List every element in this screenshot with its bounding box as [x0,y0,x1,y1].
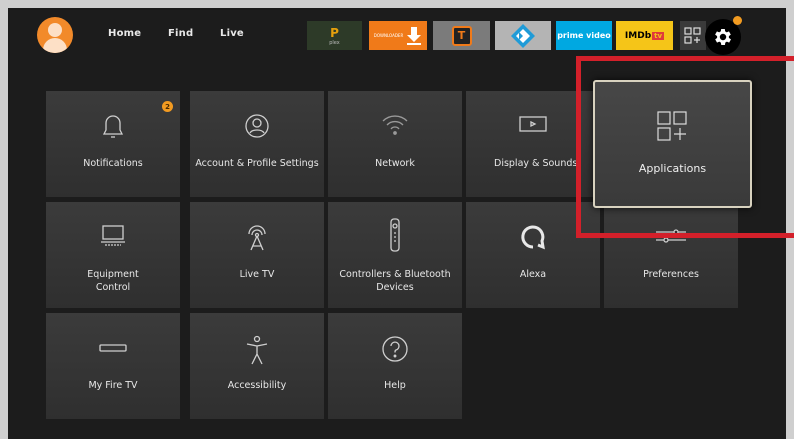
t-app-logo: T [457,29,466,42]
plex-subtext: plex [329,39,340,46]
tile-help-label: Help [384,380,406,391]
tile-controllers-bluetooth[interactable]: Controllers & Bluetooth Devices [328,202,462,308]
help-question-icon [328,335,462,363]
settings-notification-dot [733,16,742,25]
accessibility-icon [190,335,324,365]
nav-live[interactable]: Live [220,28,244,39]
kodi-app-tile[interactable] [495,21,551,50]
gear-icon [715,29,731,45]
downloader-app-tile[interactable]: DOWNLOADER [369,21,427,50]
tv-icon [46,224,180,248]
tile-equipment-label: Equipment Control [87,269,139,293]
prime-video-app-tile[interactable]: prime video [556,21,612,50]
avatar-body [43,38,67,53]
tile-preferences-label: Preferences [643,269,699,280]
avatar-head [48,23,62,37]
remote-icon [328,218,462,252]
tile-network[interactable]: Network [328,91,462,197]
bell-icon [46,113,180,141]
prime-video-label: prime video [557,31,611,40]
tile-help[interactable]: Help [328,313,462,419]
tile-notifications-label: Notifications [83,158,143,169]
antenna-icon [190,224,324,252]
tile-live-tv[interactable]: Live TV [190,202,324,308]
imdb-logo: IMDb [624,30,652,41]
profile-icon [190,113,324,139]
plex-app-tile[interactable]: P plex [307,21,362,50]
apps-grid-icon [684,26,701,44]
tile-account-profile-settings[interactable]: Account & Profile Settings [190,91,324,197]
tile-accessibility[interactable]: Accessibility [190,313,324,419]
imdb-tv-sub: tv [652,31,665,40]
tile-accessibility-label: Accessibility [227,380,287,391]
t-app-tile[interactable]: T [433,21,490,50]
tile-equipment-control[interactable]: Equipment Control [46,202,180,308]
download-arrow-icon [407,26,422,45]
tile-alexa-label: Alexa [519,269,547,280]
tile-notifications[interactable]: 2 Notifications [46,91,180,197]
notification-count-badge: 2 [162,101,173,112]
tile-live-tv-label: Live TV [239,269,275,280]
kodi-icon [511,23,535,48]
profile-avatar[interactable] [37,17,73,53]
highlight-annotation-box [576,56,794,238]
tile-network-label: Network [375,158,415,169]
nav-home[interactable]: Home [108,28,141,39]
tile-my-fire-tv-label: My Fire TV [88,380,138,391]
fire-tv-device-icon [46,343,180,353]
tile-account-label: Account & Profile Settings [195,158,319,169]
all-apps-tile[interactable] [680,21,706,50]
tile-controllers-label: Controllers & Bluetooth Devices [339,269,451,293]
plex-logo: P [330,25,339,40]
nav-find[interactable]: Find [168,28,193,39]
tile-my-fire-tv[interactable]: My Fire TV [46,313,180,419]
wifi-icon [328,113,462,137]
imdb-tv-app-tile[interactable]: IMDb tv [616,21,673,50]
downloader-label: DOWNLOADER [373,33,404,38]
